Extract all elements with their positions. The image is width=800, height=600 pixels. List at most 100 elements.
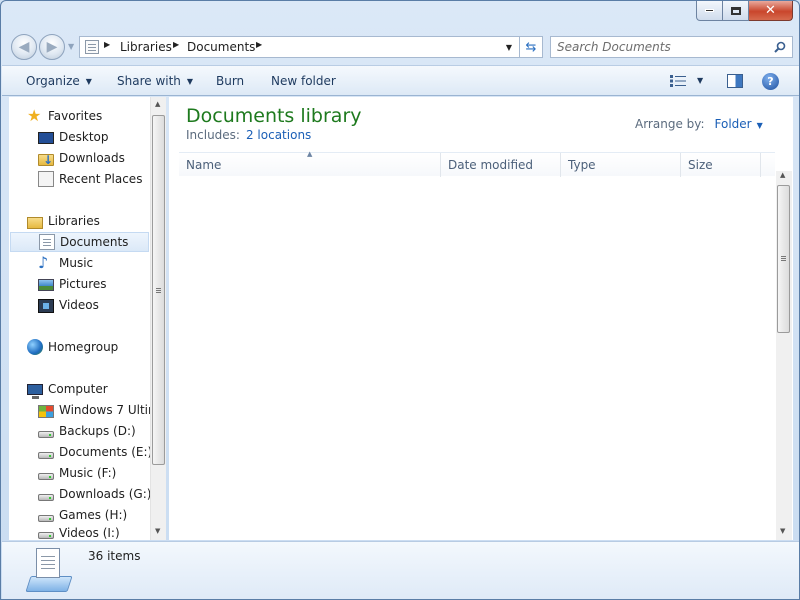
refresh-button[interactable]: ⇆ xyxy=(519,36,543,58)
tree-label: Documents (E:) xyxy=(59,445,153,459)
tree-drive-g[interactable]: Downloads (G:) xyxy=(38,484,151,504)
tree-label: Music (F:) xyxy=(59,466,117,480)
computer-icon xyxy=(27,384,43,399)
tree-recent-places[interactable]: Recent Places xyxy=(38,169,142,189)
library-documents-icon xyxy=(85,40,99,54)
view-options-dropdown[interactable]: ▼ xyxy=(697,76,703,85)
scroll-down-icon[interactable]: ▼ xyxy=(155,527,160,535)
address-history-dropdown[interactable]: ▼ xyxy=(506,43,512,52)
tree-desktop[interactable]: Desktop xyxy=(38,127,109,147)
forward-button[interactable]: ▶ xyxy=(39,34,65,60)
tree-favorites[interactable]: ★ Favorites xyxy=(27,106,102,126)
maximize-button[interactable] xyxy=(723,1,749,21)
new-folder-button[interactable]: New folder xyxy=(271,74,336,88)
tree-documents[interactable]: Documents xyxy=(10,232,149,252)
chevron-down-icon[interactable]: ▼ xyxy=(757,121,763,130)
includes-label: Includes: xyxy=(186,128,240,142)
star-icon: ★ xyxy=(27,106,42,125)
scrollbar-thumb[interactable] xyxy=(152,115,165,465)
tree-computer[interactable]: Computer xyxy=(27,379,108,399)
search-box[interactable] xyxy=(550,36,793,58)
command-bar: Organize ▼ Share with ▼ Burn New folder ▼ … xyxy=(2,65,799,96)
tree-music[interactable]: ♪ Music xyxy=(38,253,93,273)
hard-drive-icon xyxy=(38,493,54,501)
maximize-icon xyxy=(730,6,741,15)
scroll-up-icon[interactable]: ▲ xyxy=(155,100,160,108)
breadcrumb-arrow-1[interactable]: ▶ xyxy=(173,40,185,49)
file-list-pane: Documents library Includes: 2 locations A… xyxy=(169,97,793,540)
organize-button[interactable]: Organize ▼ xyxy=(26,74,92,88)
libraries-icon xyxy=(27,216,43,229)
tree-label: Downloads xyxy=(59,151,125,165)
library-title: Documents library xyxy=(186,105,362,127)
tree-homegroup[interactable]: Homegroup xyxy=(27,337,118,357)
scrollbar-thumb[interactable] xyxy=(777,185,790,333)
tree-libraries[interactable]: Libraries xyxy=(27,211,100,231)
organize-label: Organize xyxy=(26,74,80,88)
close-icon: ✕ xyxy=(765,3,776,18)
breadcrumb-documents[interactable]: Documents xyxy=(187,40,255,54)
windows-drive-icon xyxy=(38,404,54,418)
change-view-button[interactable] xyxy=(670,75,686,87)
tree-label: Videos xyxy=(59,298,99,312)
search-input[interactable] xyxy=(557,40,757,54)
minimize-button[interactable] xyxy=(696,1,723,21)
breadcrumb-arrow-2[interactable]: ▶ xyxy=(256,40,268,49)
videos-icon xyxy=(38,298,54,313)
tree-pictures[interactable]: Pictures xyxy=(38,274,107,294)
back-button[interactable]: ◀ xyxy=(11,34,37,60)
chevron-right-icon: ▶ xyxy=(173,40,180,49)
tree-drive-c[interactable]: Windows 7 Ultim xyxy=(38,400,150,420)
tree-drive-e[interactable]: Documents (E:) xyxy=(38,442,152,462)
breadcrumb-root-arrow[interactable]: ▶ xyxy=(104,40,116,49)
scroll-down-icon[interactable]: ▼ xyxy=(780,527,785,535)
tree-label: Homegroup xyxy=(48,340,119,354)
preview-pane-button[interactable] xyxy=(727,74,743,88)
tree-videos[interactable]: Videos xyxy=(38,295,99,315)
search-icon[interactable] xyxy=(774,41,786,53)
scroll-up-icon[interactable]: ▲ xyxy=(780,171,785,179)
column-type[interactable]: Type xyxy=(561,153,681,177)
locations-link[interactable]: 2 locations xyxy=(246,128,311,142)
arrange-by: Arrange by: Folder ▼ xyxy=(635,117,763,131)
tree-label: Backups (D:) xyxy=(59,424,136,438)
navigation-pane-scrollbar[interactable]: ▲ ▼ xyxy=(150,97,166,540)
library-base-shape xyxy=(25,576,73,592)
library-includes: Includes: 2 locations xyxy=(186,128,311,142)
tree-label: Computer xyxy=(48,382,108,396)
back-arrow-icon: ◀ xyxy=(18,39,30,55)
tree-label: Pictures xyxy=(59,277,107,291)
arrange-by-dropdown[interactable]: Folder xyxy=(715,117,752,131)
column-date-modified[interactable]: Date modified xyxy=(441,153,561,177)
hard-drive-icon xyxy=(38,451,54,459)
breadcrumb-label: Documents xyxy=(187,40,256,54)
pictures-icon xyxy=(38,279,54,291)
chevron-right-icon: ▶ xyxy=(104,40,111,49)
burn-label: Burn xyxy=(216,74,245,88)
chevron-down-icon: ▼ xyxy=(85,76,92,86)
address-bar[interactable]: ▶ Libraries ▶ Documents ▶ ▼ xyxy=(79,36,543,58)
column-name[interactable]: Name xyxy=(179,153,441,177)
file-list-scrollbar[interactable]: ▲ ▼ xyxy=(776,171,792,540)
hard-drive-icon xyxy=(38,472,54,480)
tree-drive-d[interactable]: Backups (D:) xyxy=(38,421,136,441)
help-button[interactable]: ? xyxy=(762,73,779,90)
tree-label: Music xyxy=(59,256,94,270)
burn-button[interactable]: Burn xyxy=(216,74,244,88)
tree-label: Libraries xyxy=(48,214,100,228)
share-with-label: Share with xyxy=(117,74,181,88)
chevron-down-icon: ▼ xyxy=(186,76,194,86)
close-button[interactable]: ✕ xyxy=(749,1,793,21)
documents-library-large-icon xyxy=(25,548,73,594)
tree-drive-h[interactable]: Games (H:) xyxy=(38,505,127,525)
tree-drive-f[interactable]: Music (F:) xyxy=(38,463,116,483)
column-size[interactable]: Size xyxy=(681,153,761,177)
desktop-icon xyxy=(38,132,54,144)
recent-pages-dropdown[interactable]: ▼ xyxy=(68,42,74,51)
breadcrumb-libraries[interactable]: Libraries xyxy=(120,40,172,54)
tree-drive-i[interactable]: Videos (I:) xyxy=(38,526,120,540)
share-with-button[interactable]: Share with ▼ xyxy=(117,74,193,88)
tree-downloads[interactable]: Downloads xyxy=(38,148,125,168)
recent-places-icon xyxy=(38,171,54,187)
hard-drive-icon xyxy=(38,430,54,438)
